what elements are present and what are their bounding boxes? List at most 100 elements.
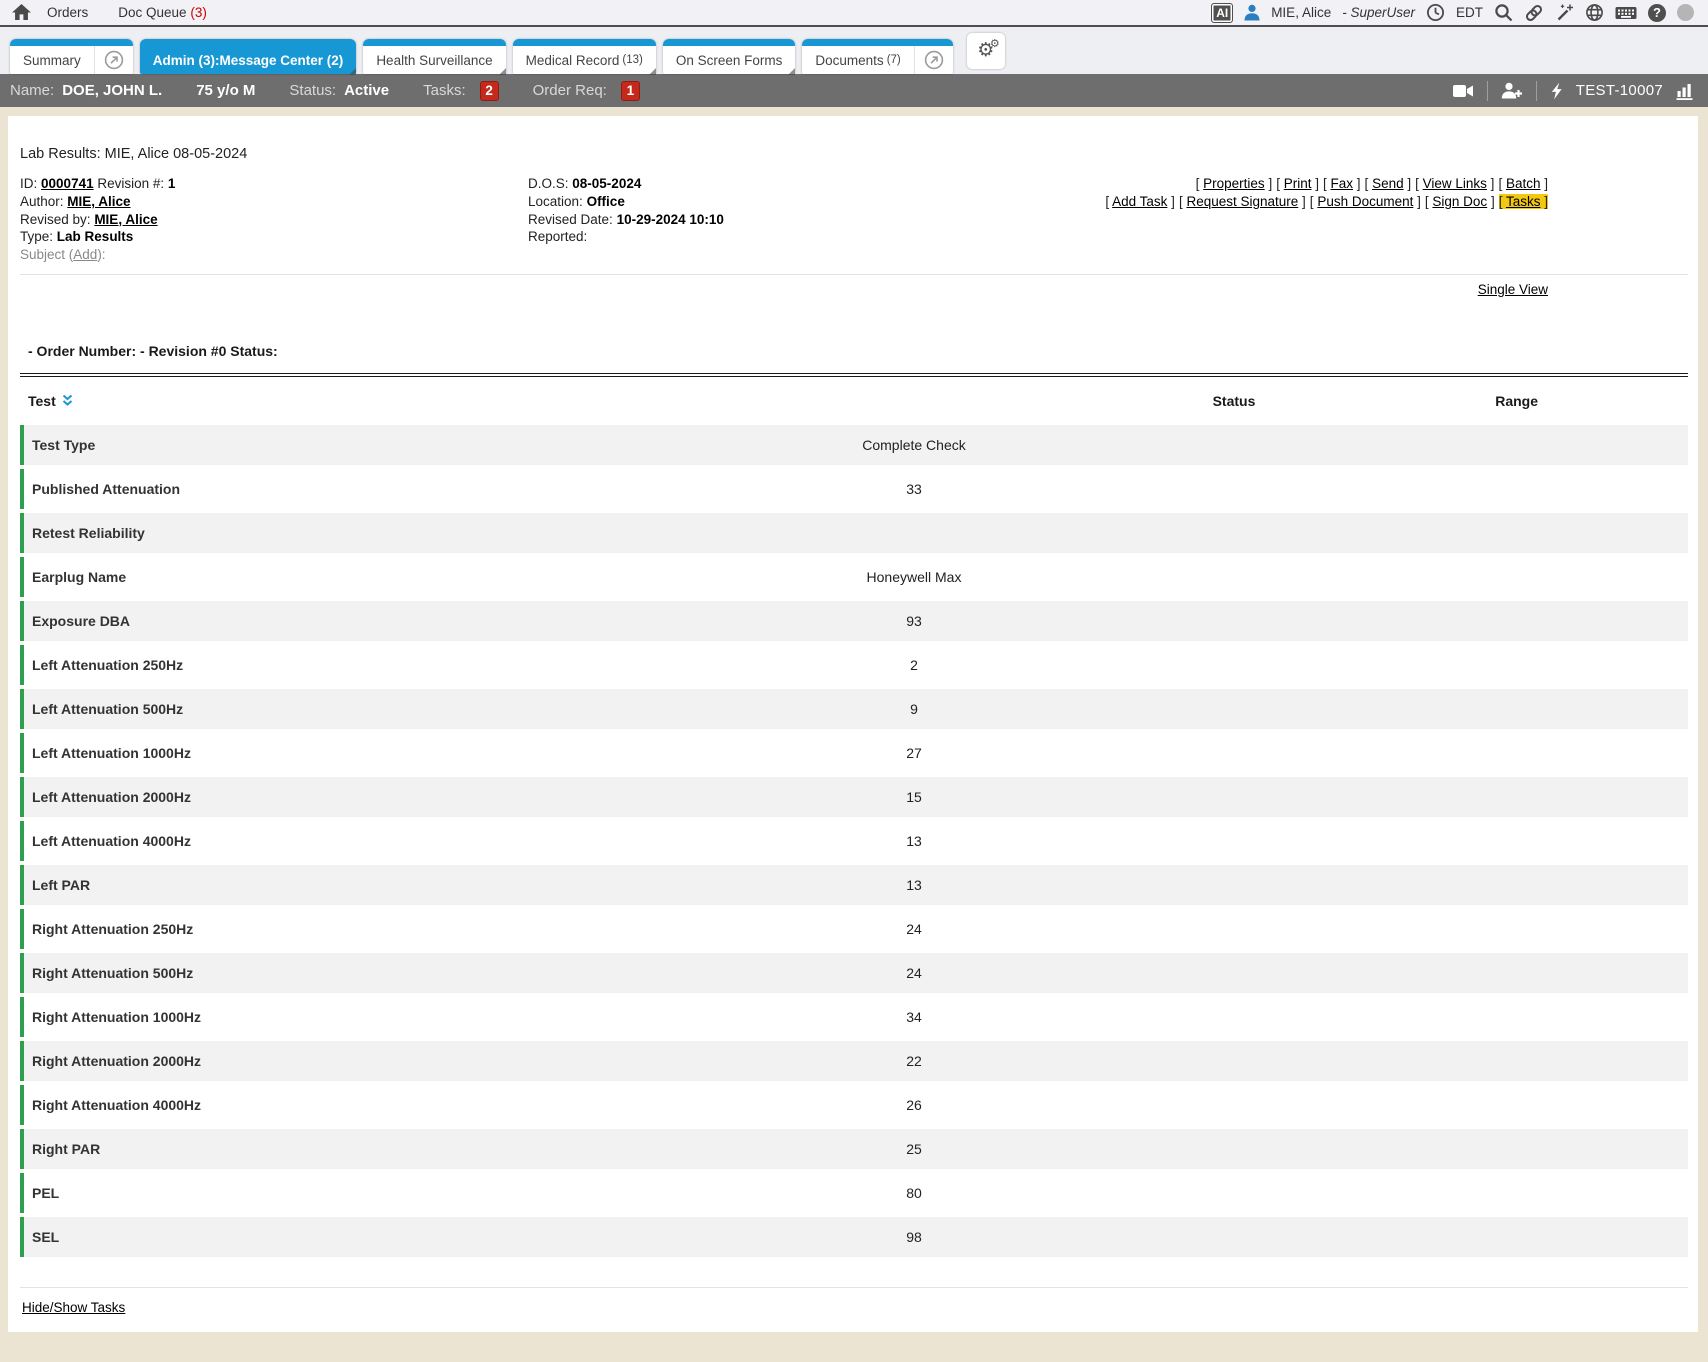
doc-action: [ Sign Doc ] <box>1425 194 1495 209</box>
doc-action-link[interactable]: Fax <box>1331 176 1354 191</box>
revised-date-value: 10-29-2024 10:10 <box>617 212 724 227</box>
popout-arrow-icon <box>104 50 124 70</box>
table-row: Left Attenuation 500Hz 9 <box>20 689 1688 729</box>
doc-action-link[interactable]: Sign Doc <box>1432 194 1487 209</box>
timezone-label: EDT <box>1456 5 1483 20</box>
doc-action-link[interactable]: Push Document <box>1317 194 1413 209</box>
test-name: Published Attenuation <box>24 481 649 497</box>
patient-name[interactable]: DOE, JOHN L. <box>62 82 162 99</box>
chevron-double-down-icon <box>62 394 73 407</box>
test-value: 24 <box>649 921 1179 937</box>
tasks-count-badge[interactable]: 2 <box>480 81 499 101</box>
order-req-count-badge[interactable]: 1 <box>621 81 640 101</box>
help-icon[interactable]: ? <box>1648 4 1666 22</box>
tab-on-screen-forms[interactable]: On Screen Forms <box>663 39 796 74</box>
tab-label: On Screen Forms <box>676 53 783 68</box>
wand-icon[interactable] <box>1555 3 1574 22</box>
doc-action: [ Add Task ] <box>1105 194 1175 209</box>
chart-icon[interactable] <box>1676 82 1694 100</box>
doc-action-link[interactable]: View Links <box>1423 176 1487 191</box>
tab-medical-record[interactable]: Medical Record(13) <box>513 39 656 74</box>
table-row: Earplug Name Honeywell Max <box>20 557 1688 597</box>
user-icon[interactable] <box>1244 4 1260 21</box>
clock-icon[interactable] <box>1426 3 1445 22</box>
document-title: Lab Results: MIE, Alice 08-05-2024 <box>20 146 1698 162</box>
document-id-link[interactable]: 0000741 <box>41 176 94 191</box>
dos-label: D.O.S: <box>528 176 569 191</box>
person-add-icon[interactable] <box>1501 82 1523 99</box>
tab-label: Documents <box>815 53 883 68</box>
search-icon[interactable] <box>1494 3 1513 22</box>
table-row: Right PAR 25 <box>20 1129 1688 1169</box>
column-header-test[interactable]: Test <box>20 393 649 409</box>
table-row: Left PAR 13 <box>20 865 1688 905</box>
tab-label: Summary <box>23 53 81 68</box>
author-label: Author: <box>20 194 64 209</box>
top-nav: Orders Doc Queue (3) <box>47 5 207 20</box>
globe-icon[interactable] <box>1585 3 1604 22</box>
tab-documents-popout[interactable] <box>914 46 953 74</box>
table-row: Right Attenuation 4000Hz 26 <box>20 1085 1688 1125</box>
subject-suffix: ): <box>97 247 105 262</box>
id-value: 0000741 <box>41 176 94 191</box>
revision-label: Revision #: <box>97 176 164 191</box>
revised-by-link[interactable]: MIE, Alice <box>94 212 157 227</box>
tab-documents[interactable]: Documents (7) <box>802 39 952 74</box>
test-name: Right Attenuation 500Hz <box>24 965 649 981</box>
test-name: Left Attenuation 500Hz <box>24 701 649 717</box>
hide-show-tasks-link[interactable]: Hide/Show Tasks <box>22 1300 125 1315</box>
tab-count: (7) <box>887 54 901 66</box>
link-icon[interactable] <box>1524 3 1544 23</box>
doc-action: [ Batch ] <box>1498 176 1548 191</box>
doc-queue-count: (3) <box>190 5 207 20</box>
subject-prefix: Subject ( <box>20 247 73 262</box>
meta-type-line: Type: Lab Results <box>20 228 528 246</box>
nav-doc-queue[interactable]: Doc Queue (3) <box>118 5 207 20</box>
ai-badge[interactable]: AI <box>1211 3 1233 23</box>
tab-admin-message-center[interactable]: Admin (3):Message Center (2) <box>140 39 357 74</box>
doc-action-link[interactable]: Tasks <box>1506 194 1541 209</box>
tab-summary[interactable]: Summary <box>10 39 133 74</box>
test-value: 34 <box>649 1009 1179 1025</box>
test-name: Retest Reliability <box>24 525 649 541</box>
doc-actions-row1: [ Properties ][ Print ][ Fax ][ Send ][ … <box>1088 175 1548 193</box>
meta-reported-line: Reported: <box>528 228 1088 246</box>
status-label: Status: <box>289 82 336 99</box>
doc-action-link[interactable]: Print <box>1284 176 1312 191</box>
test-name: Right Attenuation 2000Hz <box>24 1053 649 1069</box>
single-view-link[interactable]: Single View <box>1478 282 1548 297</box>
test-value: 15 <box>649 789 1179 805</box>
test-name: Exposure DBA <box>24 613 649 629</box>
location-value: Office <box>587 194 625 209</box>
gears-icon-small: ⚙ <box>990 38 1000 49</box>
subject-add-link[interactable]: Add <box>73 247 97 262</box>
patient-name-label: Name: <box>10 82 54 99</box>
doc-action-link[interactable]: Batch <box>1506 176 1541 191</box>
user-name[interactable]: MIE, Alice <box>1271 5 1331 20</box>
test-value: 24 <box>649 965 1179 981</box>
top-bar-right: AI MIE, Alice - SuperUser EDT ? <box>1211 3 1694 23</box>
column-header-status: Status <box>1179 393 1289 409</box>
document-actions: [ Properties ][ Print ][ Fax ][ Send ][ … <box>1088 175 1698 264</box>
home-icon[interactable] <box>12 4 31 21</box>
dos-value: 08-05-2024 <box>572 176 641 191</box>
id-label: ID: <box>20 176 37 191</box>
doc-action-link[interactable]: Send <box>1372 176 1404 191</box>
tab-summary-popout[interactable] <box>94 46 133 74</box>
tab-health-surveillance[interactable]: Health Surveillance <box>363 39 505 74</box>
table-row: PEL 80 <box>20 1173 1688 1213</box>
meta-revised-date-line: Revised Date: 10-29-2024 10:10 <box>528 211 1088 229</box>
nav-orders[interactable]: Orders <box>47 5 88 20</box>
tab-label: Medical Record <box>526 53 620 68</box>
tab-settings-button[interactable]: ⚙ ⚙ <box>967 33 1005 69</box>
doc-action-link[interactable]: Add Task <box>1112 194 1167 209</box>
keyboard-icon[interactable] <box>1615 4 1637 21</box>
author-link[interactable]: MIE, Alice <box>67 194 130 209</box>
table-row: Published Attenuation 33 <box>20 469 1688 509</box>
doc-action-link[interactable]: Request Signature <box>1186 194 1298 209</box>
test-name: Left Attenuation 2000Hz <box>24 789 649 805</box>
bolt-icon[interactable] <box>1550 82 1563 100</box>
test-name: Test Type <box>24 437 649 453</box>
video-icon[interactable] <box>1453 84 1474 98</box>
doc-action-link[interactable]: Properties <box>1203 176 1265 191</box>
